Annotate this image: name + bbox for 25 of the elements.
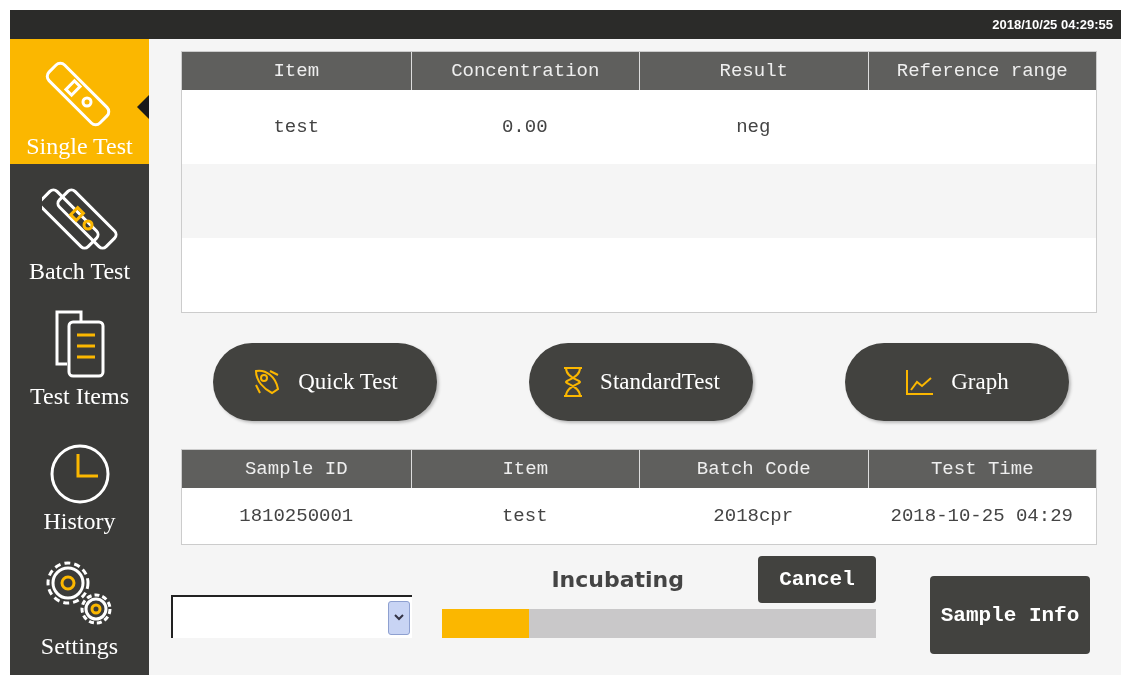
action-button[interactable]: StandardTest <box>529 343 753 421</box>
sidebar-item[interactable]: Settings <box>10 539 149 664</box>
table-cell-text: test <box>272 115 321 140</box>
table-cell-text: 0.00 <box>500 115 549 140</box>
hourglass-icon <box>562 366 585 398</box>
sample-info-button[interactable]: Sample Info <box>930 576 1090 654</box>
table-cell-text: 2018-10-25 04:29 <box>889 504 1074 529</box>
table-cell-text: 2018cpr <box>712 504 795 529</box>
selection-pointer <box>137 95 149 119</box>
sidebar-item[interactable]: Test Items <box>10 289 149 414</box>
sidebar-item[interactable]: History <box>10 414 149 539</box>
table-cell-text: 1810250001 <box>238 504 355 529</box>
status-label: Incubating <box>551 566 684 592</box>
action-button[interactable]: Quick Test <box>213 343 437 421</box>
action-button[interactable]: Graph <box>845 343 1069 421</box>
table-cell-text: neg <box>735 115 772 140</box>
date-time: 2018/10/25 04:29:55 <box>992 17 1113 32</box>
cancel-button[interactable]: Cancel <box>758 555 876 603</box>
line-chart-icon <box>905 368 936 396</box>
column-header: Sample ID <box>243 457 349 482</box>
chevron-down-icon <box>394 614 404 621</box>
column-header: Item <box>272 59 321 84</box>
table-cell-text: test <box>500 504 549 529</box>
sidebar-item[interactable]: Batch Test <box>10 164 149 289</box>
dropdown-field[interactable] <box>171 595 412 638</box>
